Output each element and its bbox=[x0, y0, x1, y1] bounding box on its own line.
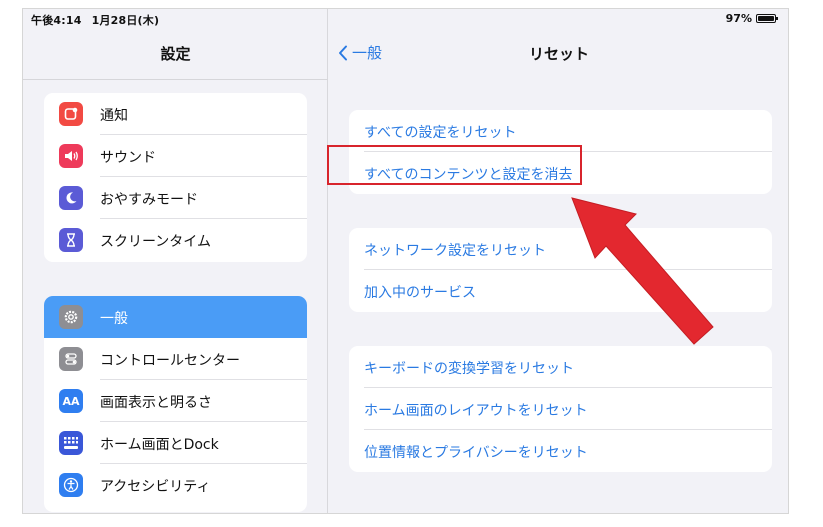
annotation-arrow-icon bbox=[571, 197, 714, 345]
